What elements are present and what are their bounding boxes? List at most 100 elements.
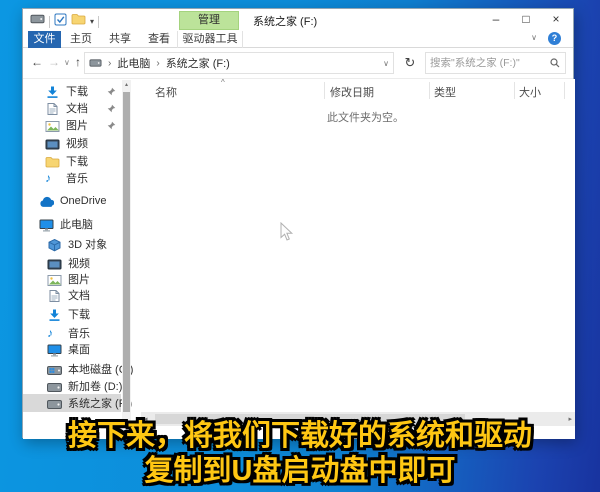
column-divider[interactable] [324, 82, 325, 99]
subtitle-line-2: 复制到U盘启动盘中即可 [0, 454, 600, 489]
sidebar-item-onedrive[interactable]: OneDrive [23, 192, 121, 210]
refresh-icon[interactable]: ↻ [399, 52, 421, 74]
search-input[interactable] [426, 53, 546, 73]
file-list-area: 名称 ^ 修改日期 类型 大小 此文件夹为空。 ◂ ▸ [141, 79, 575, 439]
computer-icon [39, 218, 54, 232]
sidebar-item-label: 下载 [68, 306, 90, 322]
maximize-button[interactable]: □ [511, 9, 541, 30]
drive-icon [89, 57, 102, 69]
column-headers: 名称 ^ 修改日期 类型 大小 [141, 81, 575, 101]
forward-icon[interactable]: → [48, 55, 60, 69]
column-name[interactable]: 名称 [155, 84, 177, 100]
column-size[interactable]: 大小 [519, 84, 541, 100]
collapse-ribbon-icon[interactable]: ∨ [531, 33, 537, 42]
new-folder-icon[interactable] [71, 12, 86, 31]
minimize-button[interactable]: – [481, 9, 511, 30]
address-dropdown-icon[interactable]: ∨ [383, 59, 389, 68]
video-icon [45, 137, 60, 151]
sidebar-scrollbar[interactable]: ▴ ▾ [122, 80, 131, 426]
sidebar-item-videos-quick[interactable]: 视频 [23, 134, 121, 152]
sidebar-item-desktop[interactable]: 桌面 [23, 340, 121, 358]
music-icon: ♪ [47, 327, 62, 340]
sidebar-item-label: 下载 [66, 83, 88, 99]
sidebar-item-label: 3D 对象 [68, 236, 107, 252]
pin-icon[interactable] [107, 87, 116, 96]
onedrive-cloud-icon [39, 195, 54, 208]
sidebar-item-music-quick[interactable]: ♪音乐 [23, 169, 121, 187]
sidebar-item-label: 此电脑 [60, 216, 93, 232]
breadcrumb-separator: › [108, 58, 111, 69]
sidebar-item-3d-objects[interactable]: 3D 对象 [23, 235, 121, 253]
quick-access-toolbar: ▾ [30, 12, 99, 31]
separator [98, 16, 99, 28]
sidebar-item-label: 下载 [66, 153, 88, 169]
sidebar-item-local-disk-c[interactable]: 本地磁盘 (C:) [23, 360, 121, 378]
sidebar-item-volume-d[interactable]: 新加卷 (D:) [23, 377, 121, 395]
column-divider[interactable] [429, 82, 430, 99]
column-divider[interactable] [514, 82, 515, 99]
pin-icon[interactable] [107, 121, 116, 130]
manage-contextual-tab[interactable]: 管理 [179, 11, 239, 30]
sidebar-item-label: 视频 [68, 255, 90, 271]
help-icon[interactable]: ? [548, 32, 561, 45]
properties-check-icon[interactable] [54, 13, 67, 31]
breadcrumb-current-drive[interactable]: 系统之家 (F:) [166, 55, 230, 71]
sidebar-item-documents[interactable]: 文档 [23, 286, 121, 304]
separator [49, 16, 50, 28]
music-icon: ♪ [45, 172, 60, 185]
video-icon [47, 257, 62, 271]
download-icon [47, 308, 62, 322]
history-dropdown-icon[interactable]: ∨ [64, 58, 70, 67]
document-icon [47, 289, 62, 303]
sidebar-item-downloads[interactable]: 下载 [23, 305, 121, 323]
drive-icon[interactable] [30, 12, 45, 31]
up-icon[interactable]: ↑ [75, 55, 81, 69]
mouse-cursor-icon [280, 222, 294, 242]
desktop-icon [47, 343, 62, 357]
cube-icon [47, 238, 62, 252]
column-type[interactable]: 类型 [434, 84, 456, 100]
sidebar-item-this-pc[interactable]: 此电脑 [23, 215, 121, 233]
file-explorer-window: ▾ 管理 系统之家 (F:) – □ × 文件 主页 共享 查看 驱动器工具 ∨… [22, 8, 574, 438]
ribbon-tabs: 文件 主页 共享 查看 驱动器工具 ∨ ? [23, 31, 573, 48]
tab-view[interactable]: 查看 [143, 31, 175, 48]
sidebar-item-label: 文档 [66, 100, 88, 116]
address-bar[interactable]: › 此电脑 › 系统之家 (F:) ∨ [84, 52, 394, 74]
search-box [425, 52, 566, 74]
download-icon [45, 85, 60, 99]
tab-drive-tools[interactable]: 驱动器工具 [177, 31, 243, 48]
title-bar: ▾ 管理 系统之家 (F:) – □ × [23, 9, 573, 31]
breadcrumb-this-pc[interactable]: 此电脑 [117, 55, 150, 71]
close-button[interactable]: × [541, 9, 571, 30]
sidebar-item-label: 桌面 [68, 341, 90, 357]
sidebar-item-label: 音乐 [68, 325, 90, 341]
column-date-modified[interactable]: 修改日期 [330, 84, 374, 100]
tab-home[interactable]: 主页 [65, 31, 97, 48]
qat-dropdown-icon[interactable]: ▾ [90, 17, 94, 27]
desktop: ▾ 管理 系统之家 (F:) – □ × 文件 主页 共享 查看 驱动器工具 ∨… [0, 0, 600, 492]
pin-icon[interactable] [107, 104, 116, 113]
column-divider[interactable] [564, 82, 565, 99]
subtitle-line-1: 接下来，将我们下载好的系统和驱动 [0, 419, 600, 454]
main-area: 下载 文档 图片 视频 下载 ♪音乐 OneDrive 此电脑 3D 对象 视频… [23, 79, 575, 439]
breadcrumb-separator: › [156, 58, 159, 69]
tab-share[interactable]: 共享 [104, 31, 136, 48]
document-icon [45, 102, 60, 116]
picture-icon [47, 273, 62, 287]
sidebar-item-label: 图片 [68, 271, 90, 287]
sidebar-item-label: OneDrive [60, 195, 106, 207]
window-title: 系统之家 (F:) [253, 13, 317, 29]
picture-icon [45, 119, 60, 133]
sidebar-item-downloads-folder[interactable]: 下载 [23, 152, 121, 170]
scroll-up-icon[interactable]: ▴ [122, 81, 131, 88]
sidebar-item-drive-f-selected[interactable]: 系统之家 (F:) [23, 394, 121, 412]
subtitle-overlay: 接下来，将我们下载好的系统和驱动 复制到U盘启动盘中即可 [0, 419, 600, 489]
window-controls: – □ × [481, 9, 571, 30]
folder-icon [45, 155, 60, 169]
tab-file[interactable]: 文件 [28, 31, 61, 48]
sidebar-item-label: 新加卷 (D:) [68, 378, 122, 394]
sidebar-item-label: 图片 [66, 117, 88, 133]
sidebar-item-label: 视频 [66, 135, 88, 151]
back-icon[interactable]: ← [31, 55, 43, 69]
scrollbar-thumb[interactable] [123, 92, 130, 412]
